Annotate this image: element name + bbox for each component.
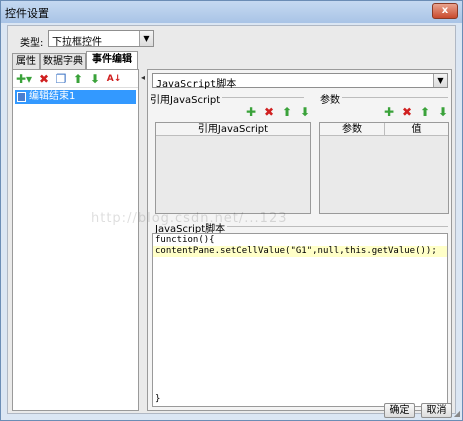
params-column-header: 参数	[320, 123, 384, 136]
resize-grip-icon[interactable]: ◢	[454, 409, 460, 418]
move-up-icon[interactable]: ⬆	[280, 105, 294, 119]
collapse-arrow-icon[interactable]: ◂	[141, 73, 145, 82]
add-icon[interactable]: ✚	[244, 105, 258, 119]
code-line: contentPane.setCellValue("G1",null,this.…	[155, 246, 437, 256]
code-line: function(){	[155, 235, 215, 245]
dialog-body: 类型: 下拉框控件 ▼ 属性 数据字典 事件编辑 ✚▾ ✖ ❐ ⬆ ⬇ A↓ 编…	[7, 25, 456, 418]
code-line: }	[155, 394, 161, 404]
type-select-value: 下拉框控件	[52, 37, 102, 48]
add-icon[interactable]: ✚▾	[15, 72, 33, 86]
script-editor[interactable]: function(){ contentPane.setCellValue("G1…	[152, 233, 448, 407]
event-item-label: 编辑结束1	[29, 91, 76, 102]
script-type-value: JavaScript脚本	[156, 79, 237, 90]
ok-button[interactable]: 确定	[384, 403, 415, 418]
sort-icon[interactable]: A↓	[105, 72, 123, 86]
cancel-button[interactable]: 取消	[421, 403, 452, 418]
params-section-label: 参数	[320, 91, 342, 106]
move-down-icon[interactable]: ⬇	[298, 105, 312, 119]
move-up-icon[interactable]: ⬆	[418, 105, 432, 119]
tab-data-dictionary[interactable]: 数据字典	[40, 53, 86, 69]
chevron-down-icon[interactable]: ▼	[433, 74, 447, 87]
params-table[interactable]: 参数 值	[319, 122, 449, 214]
tab-properties[interactable]: 属性	[12, 53, 40, 69]
copy-icon[interactable]: ❐	[54, 72, 68, 86]
window-title: 控件设置	[5, 7, 49, 20]
delete-icon[interactable]: ✖	[37, 72, 51, 86]
delete-icon[interactable]: ✖	[262, 105, 276, 119]
event-toolbar: ✚▾ ✖ ❐ ⬆ ⬇ A↓	[13, 70, 138, 88]
control-settings-dialog: 控件设置 x 类型: 下拉框控件 ▼ 属性 数据字典 事件编辑 ✚▾ ✖ ❐ ⬆…	[0, 0, 463, 421]
list-item[interactable]: 编辑结束1	[15, 90, 136, 104]
close-button[interactable]: x	[432, 3, 458, 19]
ref-js-table[interactable]: 引用JavaScript	[155, 122, 311, 214]
chevron-down-icon[interactable]: ▼	[139, 31, 153, 46]
type-label: 类型:	[20, 38, 44, 49]
section-divider	[214, 97, 304, 98]
value-column-header: 值	[385, 123, 448, 136]
tab-event-editing[interactable]: 事件编辑	[86, 51, 138, 69]
delete-icon[interactable]: ✖	[400, 105, 414, 119]
event-editor-panel: JavaScript脚本 ▼ 引用JavaScript ✚ ✖ ⬆ ⬇ 引用Ja…	[147, 69, 452, 411]
section-divider	[208, 226, 448, 227]
ref-js-column-header: 引用JavaScript	[156, 123, 310, 136]
script-type-select[interactable]: JavaScript脚本 ▼	[152, 73, 448, 90]
event-icon	[17, 92, 26, 102]
move-up-icon[interactable]: ⬆	[71, 72, 85, 86]
move-down-icon[interactable]: ⬇	[436, 105, 450, 119]
title-bar: 控件设置 x	[1, 1, 462, 23]
ref-js-section-label: 引用JavaScript	[150, 91, 223, 106]
move-down-icon[interactable]: ⬇	[88, 72, 102, 86]
event-list-panel: ✚▾ ✖ ❐ ⬆ ⬇ A↓ 编辑结束1	[12, 69, 139, 411]
type-select[interactable]: 下拉框控件 ▼	[48, 30, 154, 48]
add-icon[interactable]: ✚	[382, 105, 396, 119]
section-divider	[342, 97, 448, 98]
